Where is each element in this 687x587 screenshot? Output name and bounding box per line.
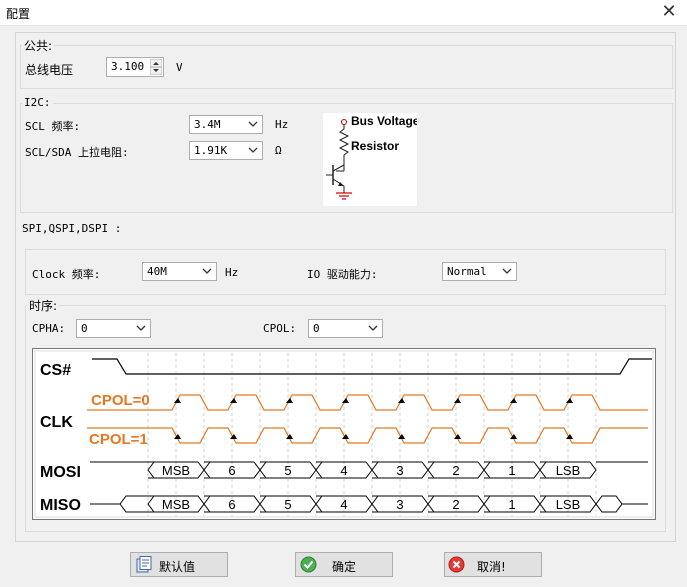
common-group-label: 公共: (22, 37, 55, 54)
cpha-label: CPHA: (32, 322, 66, 335)
pullup-resistor-select[interactable]: 1.91K (189, 141, 263, 160)
diagram-resistor-text: Resistor (351, 139, 399, 153)
cpha-value: 0 (81, 322, 88, 335)
bus-bit-label: MSB (162, 497, 190, 512)
cancel-button[interactable]: 取消! (444, 552, 542, 577)
cpol-value: 0 (313, 322, 320, 335)
bus-bit-label: 1 (508, 497, 515, 512)
cpol-label: CPOL: (263, 322, 297, 335)
window-title: 配置 (6, 7, 31, 21)
default-button[interactable]: 默认值 (130, 552, 228, 577)
clock-frequency-select[interactable]: 40M (142, 262, 217, 281)
bus-bit-label: 6 (228, 497, 235, 512)
scl-frequency-label: SCL 频率: (25, 120, 81, 133)
bus-voltage-value: 3.100 (111, 60, 145, 73)
diagram-bus-voltage-text: Bus Voltage (351, 114, 417, 128)
bus-bit-label: 4 (340, 497, 347, 512)
miso-signal-label: MISO (40, 497, 81, 514)
chevron-down-icon (248, 147, 258, 153)
title-bar: 配置 ✕ (0, 0, 687, 26)
cpol1-label: CPOL=1 (89, 431, 148, 448)
pullup-resistor-unit: Ω (275, 144, 282, 157)
bus-voltage-unit: V (176, 61, 183, 74)
scl-frequency-unit: Hz (275, 118, 289, 131)
bus-voltage-spinbox[interactable]: 3.100 (106, 57, 164, 77)
i2c-group-label: I2C: (22, 96, 53, 109)
scl-frequency-value: 3.4M (194, 118, 221, 131)
pullup-resistor-label: SCL/SDA 上拉电阻: (25, 146, 129, 159)
cpha-select[interactable]: 0 (76, 319, 151, 338)
bus-bit-label: 1 (508, 463, 515, 478)
bus-bit-label: 5 (284, 497, 291, 512)
bus-bit-label: 2 (452, 497, 459, 512)
bus-voltage-label: 总线电压 (25, 63, 74, 77)
mosi-signal-label: MOSI (40, 464, 81, 481)
clock-frequency-label: Clock 频率: (32, 268, 101, 281)
ok-button-label: 确定 (332, 560, 357, 574)
io-drive-select[interactable]: Normal (442, 262, 517, 281)
scl-frequency-select[interactable]: 3.4M (189, 115, 263, 134)
spi-group-label: SPI,QSPI,DSPI : (22, 222, 122, 235)
ok-button[interactable]: 确定 (295, 552, 393, 577)
pullup-circuit-diagram: Bus Voltage Resistor (323, 113, 417, 206)
cancel-icon (448, 556, 465, 573)
bus-bit-label: 3 (396, 497, 403, 512)
pullup-resistor-value: 1.91K (194, 144, 228, 157)
cs-signal-label: CS# (40, 362, 71, 379)
bus-bit-label: 4 (340, 463, 347, 478)
chevron-down-icon (202, 268, 212, 274)
io-drive-value: Normal (447, 265, 487, 278)
io-drive-label: IO 驱动能力: (307, 268, 378, 281)
bus-bit-label: 6 (228, 463, 235, 478)
timing-group-label: 时序: (27, 297, 60, 314)
bus-bit-label: 2 (452, 463, 459, 478)
cancel-button-label: 取消! (477, 560, 506, 574)
bus-bit-label: MSB (162, 463, 190, 478)
bus-bit-label: LSB (556, 463, 581, 478)
check-icon (300, 556, 317, 573)
cpol0-label: CPOL=0 (91, 392, 150, 409)
default-button-label: 默认值 (159, 560, 196, 574)
clock-frequency-unit: Hz (225, 266, 239, 279)
close-icon[interactable]: ✕ (657, 2, 681, 22)
clk-signal-label: CLK (40, 414, 73, 431)
restore-defaults-icon (136, 556, 152, 573)
bus-bit-label: LSB (556, 497, 581, 512)
cpol-select[interactable]: 0 (308, 319, 383, 338)
clock-frequency-value: 40M (147, 265, 167, 278)
chevron-down-icon (136, 325, 146, 331)
chevron-down-icon (368, 325, 378, 331)
bus-bit-label: 5 (284, 463, 291, 478)
chevron-down-icon (502, 268, 512, 274)
chevron-down-icon (248, 121, 258, 127)
spi-timing-waveform: CS# CLK MOSI MISO CPOL=0 CPOL=1 MSB 6 5 4 3 2… (32, 348, 656, 520)
spin-arrows-icon[interactable] (150, 59, 162, 75)
bus-bit-label: 3 (396, 463, 403, 478)
